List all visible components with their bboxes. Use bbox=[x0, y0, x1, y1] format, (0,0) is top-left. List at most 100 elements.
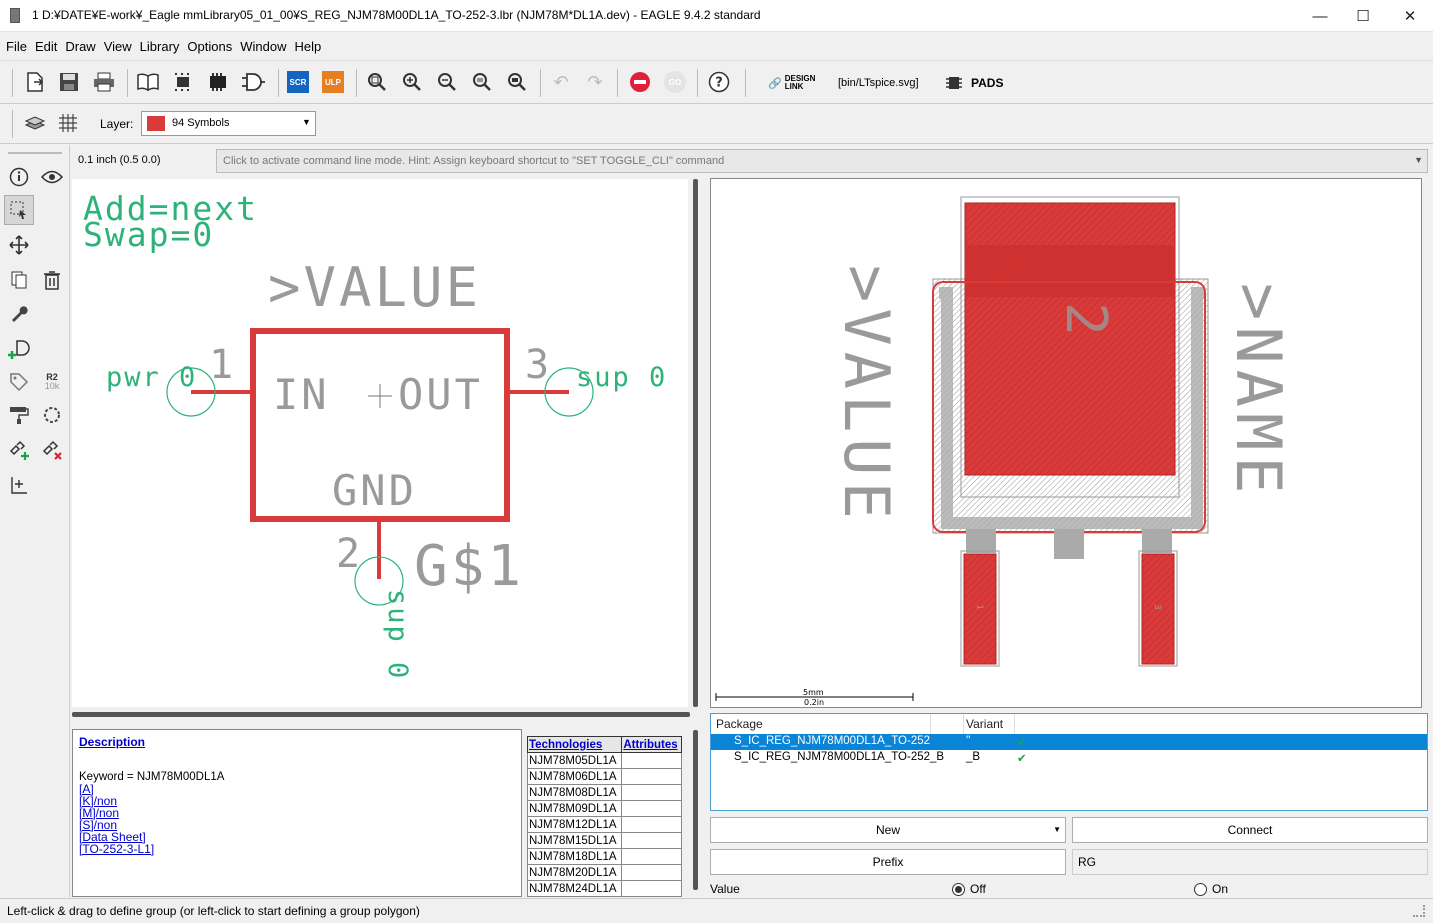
package-preview-canvas[interactable]: >VALUE >NAME 2 1 3 5mm 0.2in bbox=[710, 178, 1422, 708]
menu-library[interactable]: Library bbox=[136, 39, 184, 54]
menu-file[interactable]: File bbox=[2, 39, 31, 54]
undo-icon[interactable]: ↶ bbox=[546, 67, 576, 97]
scr-script-button[interactable]: SCR bbox=[283, 67, 313, 97]
toolbar-separator bbox=[356, 69, 357, 97]
pin-2-net-label: sup 0 bbox=[382, 589, 413, 680]
package-name: S_IC_REG_NJM78M00DL1A_TO-252_B bbox=[734, 751, 945, 763]
minimize-button[interactable]: — bbox=[1297, 0, 1343, 32]
prefix-field[interactable]: RG bbox=[1072, 849, 1428, 875]
smash-icon[interactable] bbox=[37, 400, 67, 430]
package-icon[interactable] bbox=[168, 67, 198, 97]
technology-cell: NJM78M20DL1A bbox=[526, 864, 623, 881]
group-select-icon[interactable] bbox=[4, 195, 34, 225]
tag-icon[interactable] bbox=[4, 367, 34, 397]
zoom-in-icon[interactable] bbox=[397, 67, 427, 97]
maximize-button[interactable]: ☐ bbox=[1340, 0, 1386, 32]
command-line[interactable]: Click to activate command line mode. Hin… bbox=[216, 149, 1428, 173]
value-on-label: On bbox=[1212, 882, 1229, 896]
package-row-selected[interactable]: S_IC_REG_NJM78M00DL1A_TO-252 '' ✔ bbox=[711, 734, 1427, 750]
horizontal-splitter[interactable] bbox=[72, 712, 690, 717]
package-value-placeholder: >VALUE bbox=[830, 265, 903, 525]
menu-draw[interactable]: Draw bbox=[61, 39, 99, 54]
add-link-icon[interactable] bbox=[4, 435, 34, 465]
desc-link-package[interactable]: [TO-252-3-L1] bbox=[79, 843, 154, 855]
value-on-radio[interactable]: On bbox=[1194, 882, 1228, 896]
description-splitter[interactable] bbox=[693, 730, 698, 890]
technologies-header[interactable]: Technologies bbox=[526, 736, 623, 753]
move-icon[interactable] bbox=[4, 230, 34, 260]
print-icon[interactable] bbox=[89, 67, 119, 97]
menu-view[interactable]: View bbox=[100, 39, 136, 54]
zoom-fit-icon[interactable] bbox=[362, 67, 392, 97]
show-eye-icon[interactable] bbox=[37, 162, 67, 192]
description-link[interactable]: Description bbox=[79, 736, 145, 748]
layer-select[interactable]: 94 Symbols ▼ bbox=[141, 111, 316, 136]
menu-options[interactable]: Options bbox=[183, 39, 236, 54]
dimension-icon[interactable] bbox=[4, 470, 34, 500]
close-button[interactable]: ✕ bbox=[1387, 0, 1433, 32]
toolbar-separator bbox=[745, 69, 746, 97]
zoom-select-icon[interactable] bbox=[502, 67, 532, 97]
value-off-radio[interactable]: Off bbox=[952, 882, 986, 896]
menu-window[interactable]: Window bbox=[236, 39, 290, 54]
name-value-icon[interactable]: R2 10k bbox=[37, 367, 67, 397]
resize-grip-icon[interactable] bbox=[1413, 905, 1425, 917]
prefix-button[interactable]: Prefix bbox=[710, 849, 1066, 875]
ltspice-button[interactable]: [bin/LTspice.svg] bbox=[838, 77, 919, 89]
open-file-icon[interactable] bbox=[20, 67, 50, 97]
attributes-header[interactable]: Attributes bbox=[621, 736, 682, 753]
menu-edit[interactable]: Edit bbox=[31, 39, 61, 54]
technology-cell: NJM78M09DL1A bbox=[526, 800, 623, 817]
vertical-splitter[interactable] bbox=[693, 179, 698, 707]
layers-icon[interactable] bbox=[20, 108, 50, 138]
attribute-cell bbox=[621, 848, 682, 865]
zoom-redraw-icon[interactable] bbox=[467, 67, 497, 97]
symbol-drawing: Add=next Swap=0 >VALUE IN OUT GND 1 3 2 … bbox=[83, 189, 667, 680]
grid-icon[interactable] bbox=[53, 108, 83, 138]
pads-button[interactable]: PADS bbox=[945, 74, 1003, 92]
package-row[interactable]: S_IC_REG_NJM78M00DL1A_TO-252_B _B ✔ bbox=[711, 750, 1427, 766]
wrench-icon[interactable] bbox=[4, 298, 34, 328]
technology-cell: NJM78M12DL1A bbox=[526, 816, 623, 833]
attribute-cell bbox=[621, 832, 682, 849]
lead-3 bbox=[1142, 529, 1172, 553]
link-icon: 🔗 bbox=[768, 77, 782, 90]
chevron-down-icon: ▼ bbox=[302, 117, 311, 127]
connect-button[interactable]: Connect bbox=[1072, 817, 1428, 843]
design-link-button[interactable]: 🔗 DESIGN LINK bbox=[768, 75, 815, 91]
go-button[interactable]: GO bbox=[660, 67, 690, 97]
package-column-header[interactable]: Package bbox=[716, 717, 763, 731]
info-icon[interactable] bbox=[4, 162, 34, 192]
redo-icon[interactable]: ↷ bbox=[580, 67, 610, 97]
copy-icon[interactable] bbox=[4, 265, 34, 295]
chip-icon[interactable] bbox=[203, 67, 233, 97]
symbol-gate-icon[interactable] bbox=[238, 67, 268, 97]
status-text: Left-click & drag to define group (or le… bbox=[7, 904, 420, 918]
technology-cell: NJM78M15DL1A bbox=[526, 832, 623, 849]
toolbar-separator bbox=[617, 69, 618, 97]
stop-icon[interactable] bbox=[625, 67, 655, 97]
radio-icon bbox=[1194, 882, 1207, 896]
library-book-icon[interactable] bbox=[133, 67, 163, 97]
new-button-label: New bbox=[875, 823, 900, 837]
menu-help[interactable]: Help bbox=[290, 39, 325, 54]
paint-roller-icon[interactable] bbox=[4, 400, 34, 430]
variant-column-header[interactable]: Variant bbox=[966, 717, 1003, 731]
ulp-button[interactable]: ULP bbox=[318, 67, 348, 97]
go-label: GO bbox=[664, 71, 686, 93]
window-title: 1 D:¥DATE¥E-work¥_Eagle mmLibrary05_01_0… bbox=[32, 8, 761, 22]
help-icon[interactable]: ? bbox=[704, 67, 734, 97]
pin-3-net-label: sup 0 bbox=[576, 362, 667, 393]
status-bar: Left-click & drag to define group (or le… bbox=[0, 898, 1433, 923]
pin-out-label: OUT bbox=[398, 370, 483, 419]
new-button[interactable]: New ▼ bbox=[710, 817, 1066, 843]
pin-3-number: 3 bbox=[525, 342, 549, 388]
save-icon[interactable] bbox=[54, 67, 84, 97]
symbol-editor-canvas[interactable]: Add=next Swap=0 >VALUE IN OUT GND 1 3 2 … bbox=[72, 179, 688, 707]
scr-label: SCR bbox=[287, 71, 309, 93]
zoom-out-icon[interactable] bbox=[432, 67, 462, 97]
delete-trash-icon[interactable] bbox=[37, 265, 67, 295]
add-symbol-icon[interactable] bbox=[4, 335, 34, 365]
menu-bar: File Edit Draw View Library Options Wind… bbox=[0, 33, 1433, 60]
remove-link-icon[interactable] bbox=[37, 435, 67, 465]
